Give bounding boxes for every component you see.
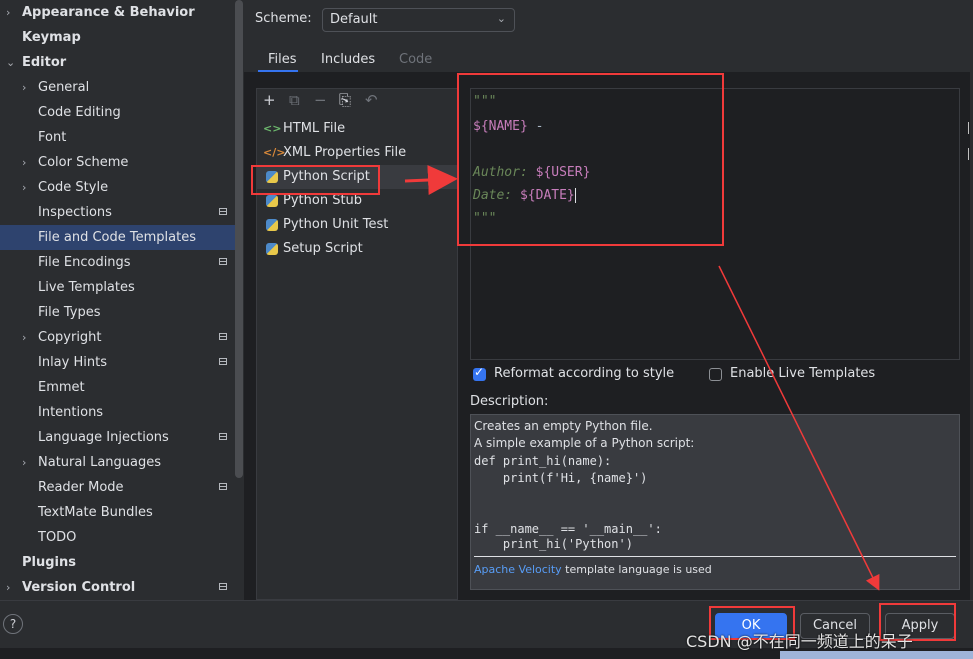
annotation-arrow-right <box>404 165 458 196</box>
watermark: CSDN @不在同一频道上的呆子 <box>686 632 913 651</box>
annotation-arrow-down <box>718 265 880 591</box>
annotation-arrows <box>404 165 880 591</box>
